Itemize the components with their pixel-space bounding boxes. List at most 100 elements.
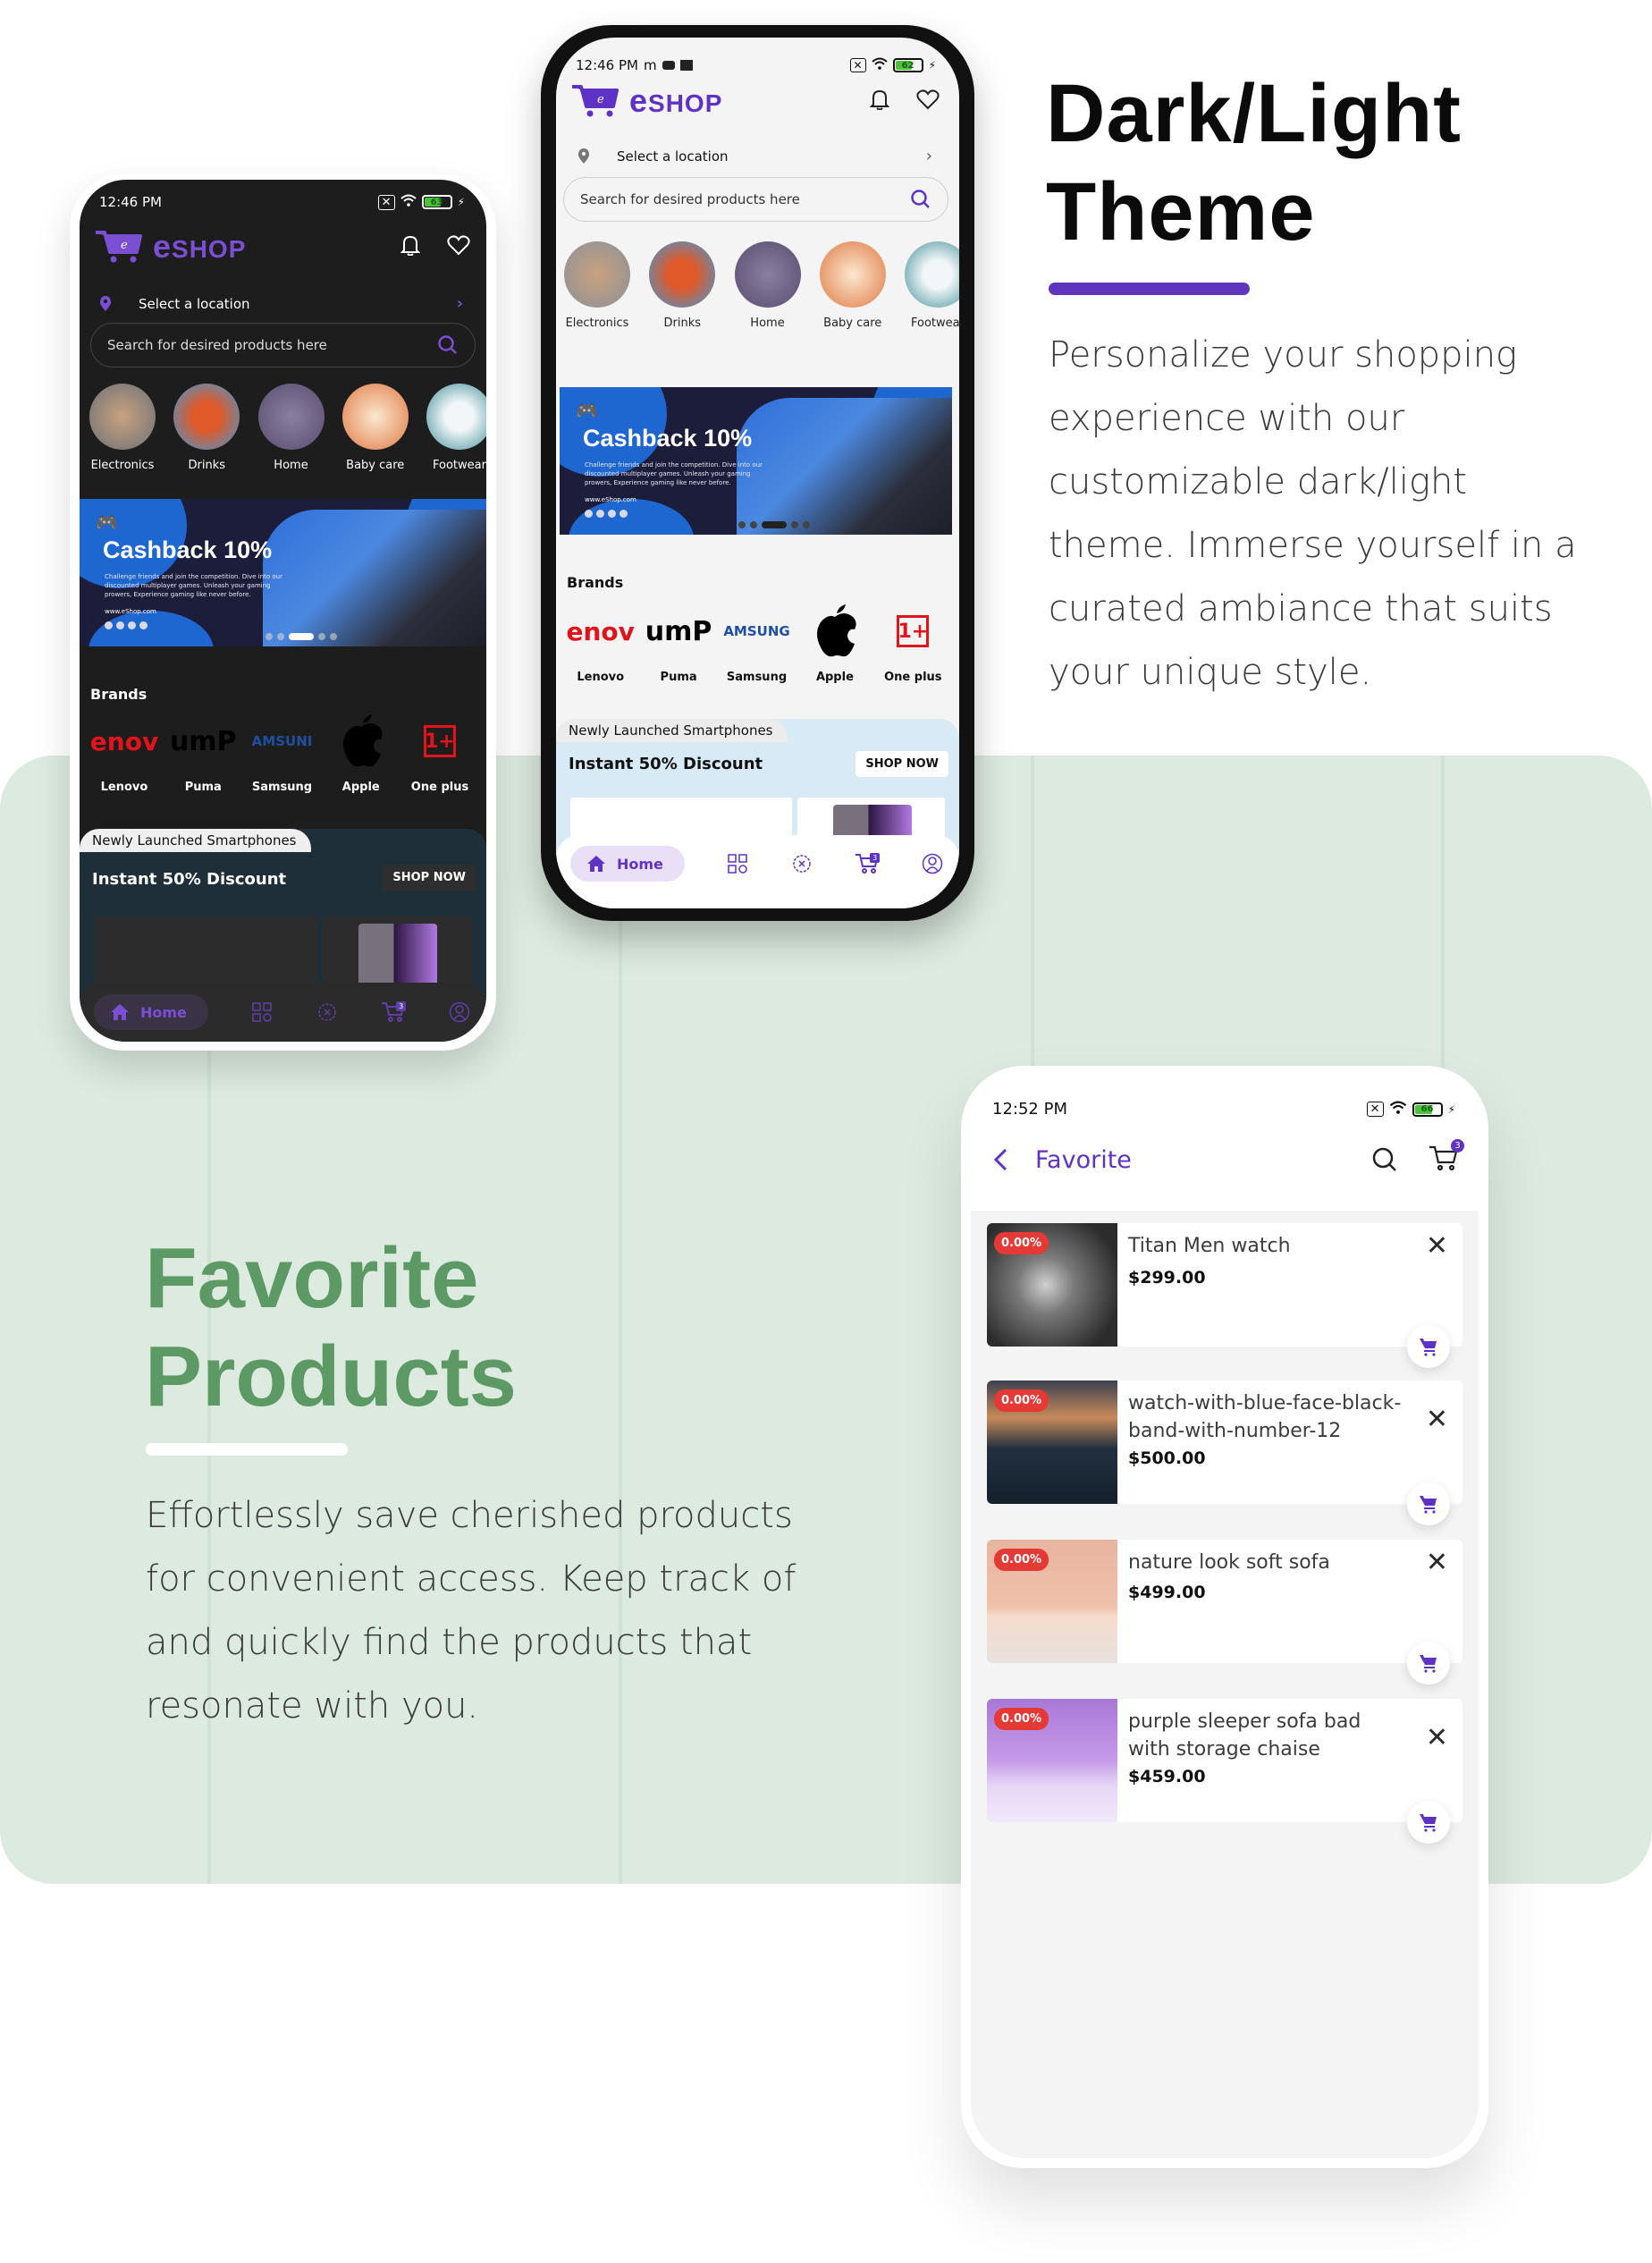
search-icon[interactable] — [910, 189, 931, 210]
remove-favorite-close-icon[interactable]: ✕ — [1426, 1230, 1448, 1262]
nav-profile-icon[interactable] — [920, 851, 945, 876]
favorite-title-line2: Products — [145, 1329, 518, 1424]
charging-icon: ⚡ — [1447, 1102, 1455, 1116]
favorite-item[interactable]: 0.00% purple sleeper sofa bad with stora… — [987, 1699, 1462, 1844]
search-icon[interactable] — [1371, 1146, 1398, 1173]
nav-profile-icon[interactable] — [447, 1000, 472, 1025]
nav-categories-icon[interactable] — [249, 1000, 274, 1025]
back-arrow-icon[interactable] — [992, 1147, 1008, 1172]
favorite-phone: 12:52 PM ✕ 66 ⚡ Favorite 3 0.00% Titan M… — [961, 1066, 1488, 2168]
nav-categories-icon[interactable] — [725, 851, 750, 876]
brand-item[interactable]: enov Lenovo — [85, 713, 164, 795]
cart-icon — [1420, 1496, 1437, 1514]
cart-icon — [1420, 1338, 1437, 1356]
promo-tag: Newly Launched Smartphones — [556, 719, 788, 742]
carousel-dots[interactable] — [265, 633, 337, 640]
category-item[interactable]: Electronics — [561, 241, 633, 330]
cart-icon — [1420, 1814, 1437, 1832]
notification-bell-icon[interactable] — [869, 89, 890, 114]
promo-banner[interactable]: 🎮 Cashback 10% Challenge friends and joi… — [560, 387, 952, 535]
wishlist-heart-icon[interactable] — [916, 89, 940, 114]
location-selector[interactable]: Select a location › — [99, 294, 463, 313]
lenovo-logo: enov — [566, 616, 635, 646]
brand-item[interactable]: 1+ One plus — [874, 603, 952, 684]
category-item[interactable]: Footwear — [424, 384, 486, 472]
nav-cart-icon[interactable]: 3 — [855, 851, 881, 876]
category-image — [564, 241, 630, 308]
favorite-item[interactable]: 0.00% watch-with-blue-face-black-band-wi… — [987, 1381, 1462, 1525]
lenovo-logo: enov — [89, 726, 159, 756]
category-item[interactable]: Footwear — [902, 241, 959, 330]
search-input[interactable]: Search for desired products here — [563, 177, 948, 222]
gamepad-icon: 🎮 — [576, 400, 598, 421]
brand-item[interactable]: Apple — [796, 603, 873, 684]
add-to-cart-button[interactable] — [1407, 1482, 1450, 1525]
battery-icon: 63 — [421, 195, 452, 209]
shop-now-button[interactable]: SHOP NOW — [856, 751, 948, 777]
banner-image — [262, 510, 486, 646]
add-to-cart-button[interactable] — [1407, 1325, 1450, 1368]
category-item[interactable]: Home — [732, 241, 804, 330]
location-label: Select a location — [139, 295, 250, 312]
category-item[interactable]: Electronics — [87, 384, 158, 472]
brand-item[interactable]: umP Puma — [639, 603, 717, 685]
brand-item[interactable]: umP Puma — [164, 713, 242, 795]
remove-favorite-close-icon[interactable]: ✕ — [1426, 1547, 1448, 1578]
product-name: Titan Men watch — [1128, 1235, 1291, 1257]
cart-logo-icon: e — [572, 85, 619, 117]
add-to-cart-button[interactable] — [1407, 1642, 1450, 1685]
favorite-item[interactable]: 0.00% Titan Men watch $299.00 ✕ — [987, 1223, 1462, 1368]
category-image — [905, 241, 959, 308]
location-pin-icon — [577, 148, 590, 164]
notification-video-icon — [662, 61, 675, 70]
social-icons — [105, 621, 148, 629]
home-icon — [111, 1004, 129, 1020]
category-image — [173, 384, 240, 450]
oneplus-logo: 1+ — [424, 725, 456, 757]
shop-now-button[interactable]: SHOP NOW — [383, 865, 476, 891]
remove-favorite-close-icon[interactable]: ✕ — [1426, 1722, 1448, 1753]
category-item[interactable]: Baby care — [817, 241, 889, 330]
category-image — [257, 384, 324, 450]
eshop-logo: e eShop — [570, 82, 722, 120]
brand-item[interactable]: 1+ One plus — [400, 713, 479, 794]
notification-bell-icon[interactable] — [400, 234, 421, 259]
nav-offers-icon[interactable] — [789, 851, 814, 876]
add-to-cart-button[interactable] — [1407, 1801, 1450, 1844]
search-placeholder: Search for desired products here — [580, 191, 800, 207]
search-icon[interactable] — [437, 334, 459, 356]
oneplus-logo: 1+ — [897, 615, 930, 647]
brand-item[interactable]: AMSUNG Samsung — [718, 603, 796, 684]
discount-badge: 0.00% — [994, 1549, 1049, 1571]
cart-badge: 3 — [396, 1001, 407, 1011]
category-item[interactable]: Drinks — [171, 384, 242, 472]
carousel-dots[interactable] — [738, 521, 810, 528]
nav-offers-icon[interactable] — [315, 1000, 340, 1025]
favorite-item[interactable]: 0.00% nature look soft sofa $499.00 ✕ — [987, 1540, 1462, 1685]
hero-title: Dark/Light Theme — [1046, 64, 1462, 261]
cart-button[interactable]: 3 — [1429, 1139, 1464, 1175]
nav-cart-icon[interactable]: 3 — [381, 1000, 407, 1025]
category-item[interactable]: Baby care — [340, 384, 411, 472]
brands-title: Brands — [567, 574, 624, 591]
nav-home[interactable]: Home — [94, 994, 208, 1030]
apple-logo — [334, 713, 388, 770]
wifi-icon — [400, 194, 417, 210]
remove-favorite-close-icon[interactable]: ✕ — [1426, 1404, 1448, 1435]
category-item[interactable]: Home — [256, 384, 327, 472]
brand-item[interactable]: AMSUNI Samsung — [243, 713, 322, 794]
banner-title: Cashback 10% — [583, 425, 753, 452]
category-item[interactable]: Drinks — [646, 241, 718, 330]
app-name: eShop — [153, 228, 247, 265]
brands-title: Brands — [90, 686, 148, 703]
brand-item[interactable]: Apple — [322, 713, 400, 794]
promo-banner[interactable]: 🎮 Cashback 10% Challenge friends and joi… — [80, 499, 486, 646]
app-header: e eShop — [94, 228, 470, 266]
wishlist-heart-icon[interactable] — [447, 234, 470, 259]
nav-home[interactable]: Home — [570, 846, 685, 882]
search-input[interactable]: Search for desired products here — [90, 323, 476, 367]
favorite-header: 12:52 PM ✕ 66 ⚡ Favorite 3 — [971, 1077, 1479, 1211]
location-selector[interactable]: Select a location › — [577, 147, 932, 165]
brand-item[interactable]: enov Lenovo — [561, 603, 639, 685]
app-name: eShop — [629, 82, 723, 119]
